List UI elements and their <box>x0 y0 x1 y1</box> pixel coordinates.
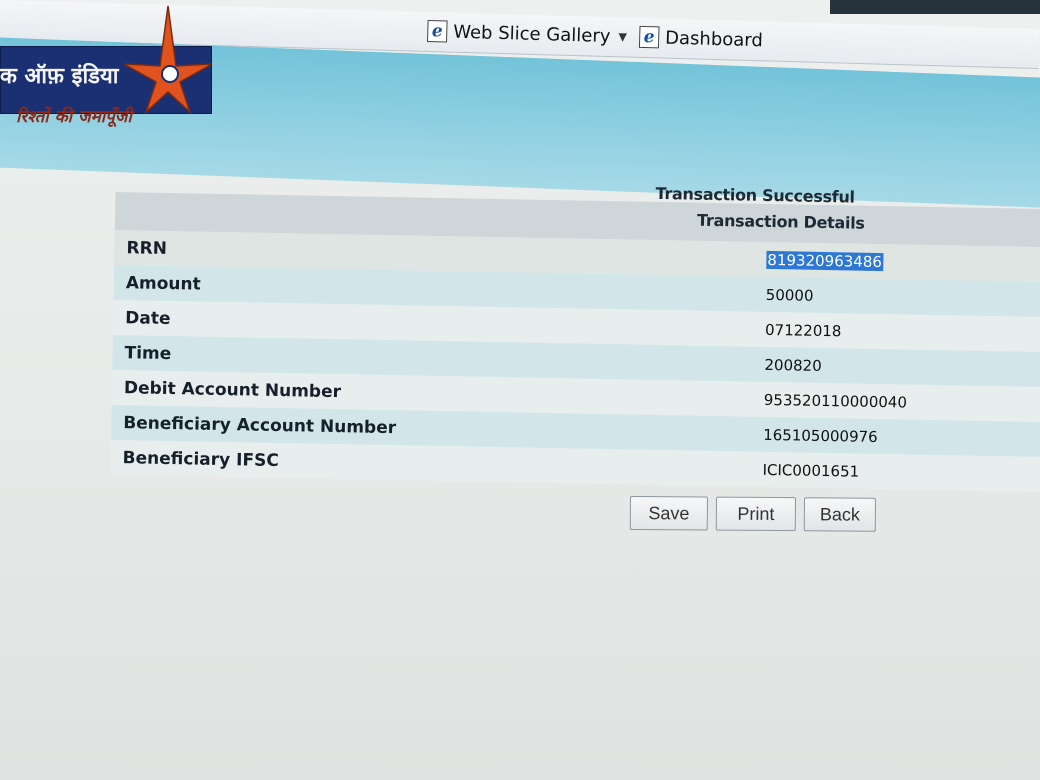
window-chrome <box>830 0 1040 14</box>
row-value: 165105000976 <box>750 416 1040 458</box>
ie-icon: e <box>638 25 660 49</box>
row-value: 50000 <box>753 276 1040 318</box>
ie-icon: e <box>426 19 448 43</box>
favorite-label: Dashboard <box>664 27 764 51</box>
action-buttons: Save Print Back <box>629 496 890 534</box>
favorite-label: Web Slice Gallery <box>452 21 611 47</box>
bank-tagline: रिश्तों की जमापूँजी <box>16 107 132 127</box>
bank-logo-text: क ऑफ़ इंडिया <box>0 64 119 89</box>
transaction-panel: Transaction Successful Transaction Detai… <box>109 166 1040 564</box>
details-title: Transaction Details <box>696 210 865 233</box>
row-value: ICIC0001651 <box>750 451 1040 493</box>
print-button[interactable]: Print <box>715 496 796 532</box>
favorite-web-slice-gallery[interactable]: e Web Slice Gallery ▼ <box>426 18 627 50</box>
star-icon <box>123 5 213 114</box>
dropdown-arrow-icon[interactable]: ▼ <box>618 30 627 43</box>
row-value: 07122018 <box>752 311 1040 353</box>
save-button[interactable]: Save <box>629 496 708 531</box>
back-button[interactable]: Back <box>803 497 876 532</box>
screen: e Web Slice Gallery ▼ e Dashboard क ऑफ़ … <box>0 0 1040 780</box>
row-value[interactable]: 819320963486 <box>754 241 1040 283</box>
favorite-dashboard[interactable]: e Dashboard <box>638 24 764 53</box>
transaction-details-table: RRN 819320963486 Amount 50000 Date 07122… <box>110 229 1040 493</box>
row-value: 953520110000040 <box>751 381 1040 423</box>
rrn-value[interactable]: 819320963486 <box>766 250 884 271</box>
row-value: 200820 <box>752 346 1040 388</box>
